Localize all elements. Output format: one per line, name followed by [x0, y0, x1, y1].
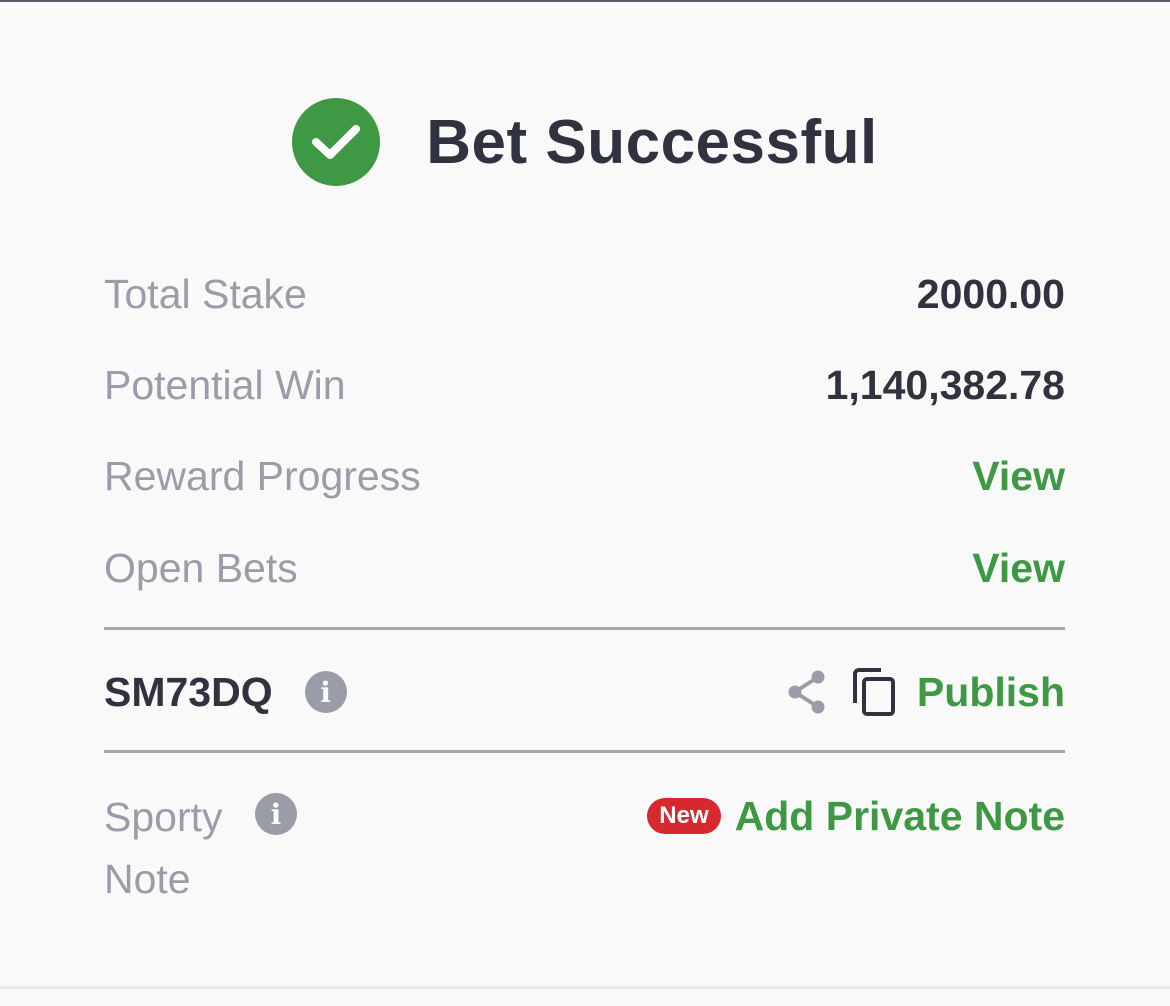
reward-progress-row: Reward Progress View	[104, 446, 1065, 506]
total-stake-row: Total Stake 2000.00	[104, 264, 1065, 324]
publish-button[interactable]: Publish	[917, 669, 1065, 716]
info-icon[interactable]: i	[304, 671, 347, 713]
bottom-border	[0, 986, 1170, 989]
booking-code-row: SM73DQ i Publish	[104, 660, 1065, 724]
new-badge: New	[647, 798, 721, 834]
share-icon[interactable]	[785, 669, 829, 715]
reward-progress-label: Reward Progress	[104, 452, 421, 499]
info-icon[interactable]: i	[255, 793, 297, 835]
open-bets-row: Open Bets View	[104, 538, 1065, 598]
total-stake-label: Total Stake	[104, 270, 307, 317]
top-border	[0, 0, 1170, 2]
divider	[104, 627, 1065, 630]
sporty-note-row: Sporty Note i New Add Private Note	[104, 786, 1065, 916]
page-title: Bet Successful	[426, 107, 878, 177]
potential-win-value: 1,140,382.78	[825, 361, 1065, 408]
total-stake-value: 2000.00	[916, 270, 1065, 317]
sporty-note-label-line2: Note	[104, 856, 191, 902]
check-circle-icon	[292, 98, 381, 186]
booking-code[interactable]: SM73DQ	[104, 669, 273, 716]
copy-icon[interactable]	[851, 667, 897, 717]
divider	[104, 750, 1065, 753]
potential-win-label: Potential Win	[104, 361, 346, 408]
open-bets-label: Open Bets	[104, 544, 298, 591]
potential-win-row: Potential Win 1,140,382.78	[104, 355, 1065, 415]
bet-success-header: Bet Successful	[0, 96, 1170, 188]
open-bets-view-link[interactable]: View	[972, 545, 1065, 592]
reward-progress-view-link[interactable]: View	[972, 453, 1065, 500]
add-private-note-button[interactable]: Add Private Note	[735, 793, 1065, 840]
